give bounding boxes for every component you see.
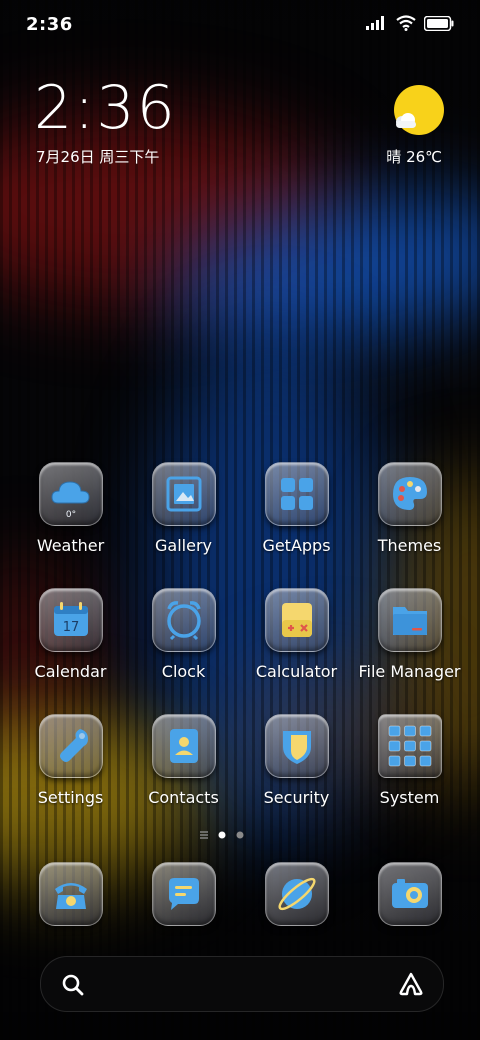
app-security[interactable]: Security	[240, 714, 353, 807]
camera-icon	[377, 862, 442, 926]
folder-icon	[377, 588, 442, 652]
phone-icon	[38, 862, 103, 926]
app-label: File Manager	[358, 662, 461, 681]
wrench-icon	[38, 714, 103, 778]
app-label: Calendar	[34, 662, 107, 681]
app-label: Clock	[161, 662, 206, 681]
app-gallery[interactable]: Gallery	[127, 462, 240, 555]
app-contacts[interactable]: Contacts	[127, 714, 240, 807]
app-label: GetApps	[262, 536, 331, 555]
app-label: Themes	[377, 536, 442, 555]
app-label: Settings	[37, 788, 104, 807]
weather-sun-icon[interactable]	[392, 84, 444, 136]
app-themes[interactable]: Themes	[353, 462, 466, 555]
app-calculator[interactable]: Calculator	[240, 588, 353, 681]
app-getapps[interactable]: GetApps	[240, 462, 353, 555]
app-label: System	[379, 788, 440, 807]
search-icon	[62, 974, 84, 996]
app-system-folder[interactable]: System	[353, 714, 466, 807]
contact-icon	[151, 714, 216, 778]
getapps-icon	[264, 462, 329, 526]
page-dot	[236, 831, 244, 839]
page-indicator[interactable]	[0, 828, 480, 842]
app-label: Weather	[36, 536, 105, 555]
messages-icon	[151, 862, 216, 926]
app-label: Contacts	[148, 788, 219, 807]
wifi-icon	[396, 15, 416, 31]
page-dot-active	[218, 831, 226, 839]
dock	[14, 862, 466, 926]
alarm-clock-icon	[151, 588, 216, 652]
home-list-indicator-icon	[200, 831, 208, 839]
dock-browser[interactable]	[240, 862, 353, 926]
app-settings[interactable]: Settings	[14, 714, 127, 807]
calculator-icon	[264, 588, 329, 652]
clock-widget-time[interactable]: 2:36	[34, 78, 177, 138]
app-label: Gallery	[155, 536, 212, 555]
app-folder-icon	[377, 714, 442, 778]
weather-cloud-icon: 0°	[38, 462, 103, 526]
calendar-icon: 17	[38, 588, 103, 652]
app-weather[interactable]: 0° Weather	[14, 462, 127, 555]
search-bar[interactable]	[40, 956, 444, 1012]
app-label: Security	[263, 788, 330, 807]
dock-messages[interactable]	[127, 862, 240, 926]
battery-icon	[424, 15, 454, 31]
weather-widget-text: 晴 26℃	[386, 148, 442, 166]
app-clock[interactable]: Clock	[127, 588, 240, 681]
signal-icon	[366, 16, 384, 30]
calendar-day: 17	[62, 620, 79, 635]
browser-icon	[264, 862, 329, 926]
clock-widget-date: 7月26日 周三下午	[36, 148, 160, 166]
app-label: Calculator	[255, 662, 338, 681]
dock-camera[interactable]	[353, 862, 466, 926]
status-time: 2:36	[26, 14, 73, 35]
app-calendar[interactable]: 17 Calendar	[14, 588, 127, 681]
gallery-icon	[151, 462, 216, 526]
app-file-manager[interactable]: File Manager	[353, 588, 466, 681]
status-bar: 2:36	[0, 0, 480, 50]
shield-icon	[264, 714, 329, 778]
weather-icon-temp: 0°	[65, 510, 75, 520]
palette-icon	[377, 462, 442, 526]
dock-phone[interactable]	[14, 862, 127, 926]
assistant-icon[interactable]	[397, 971, 425, 997]
